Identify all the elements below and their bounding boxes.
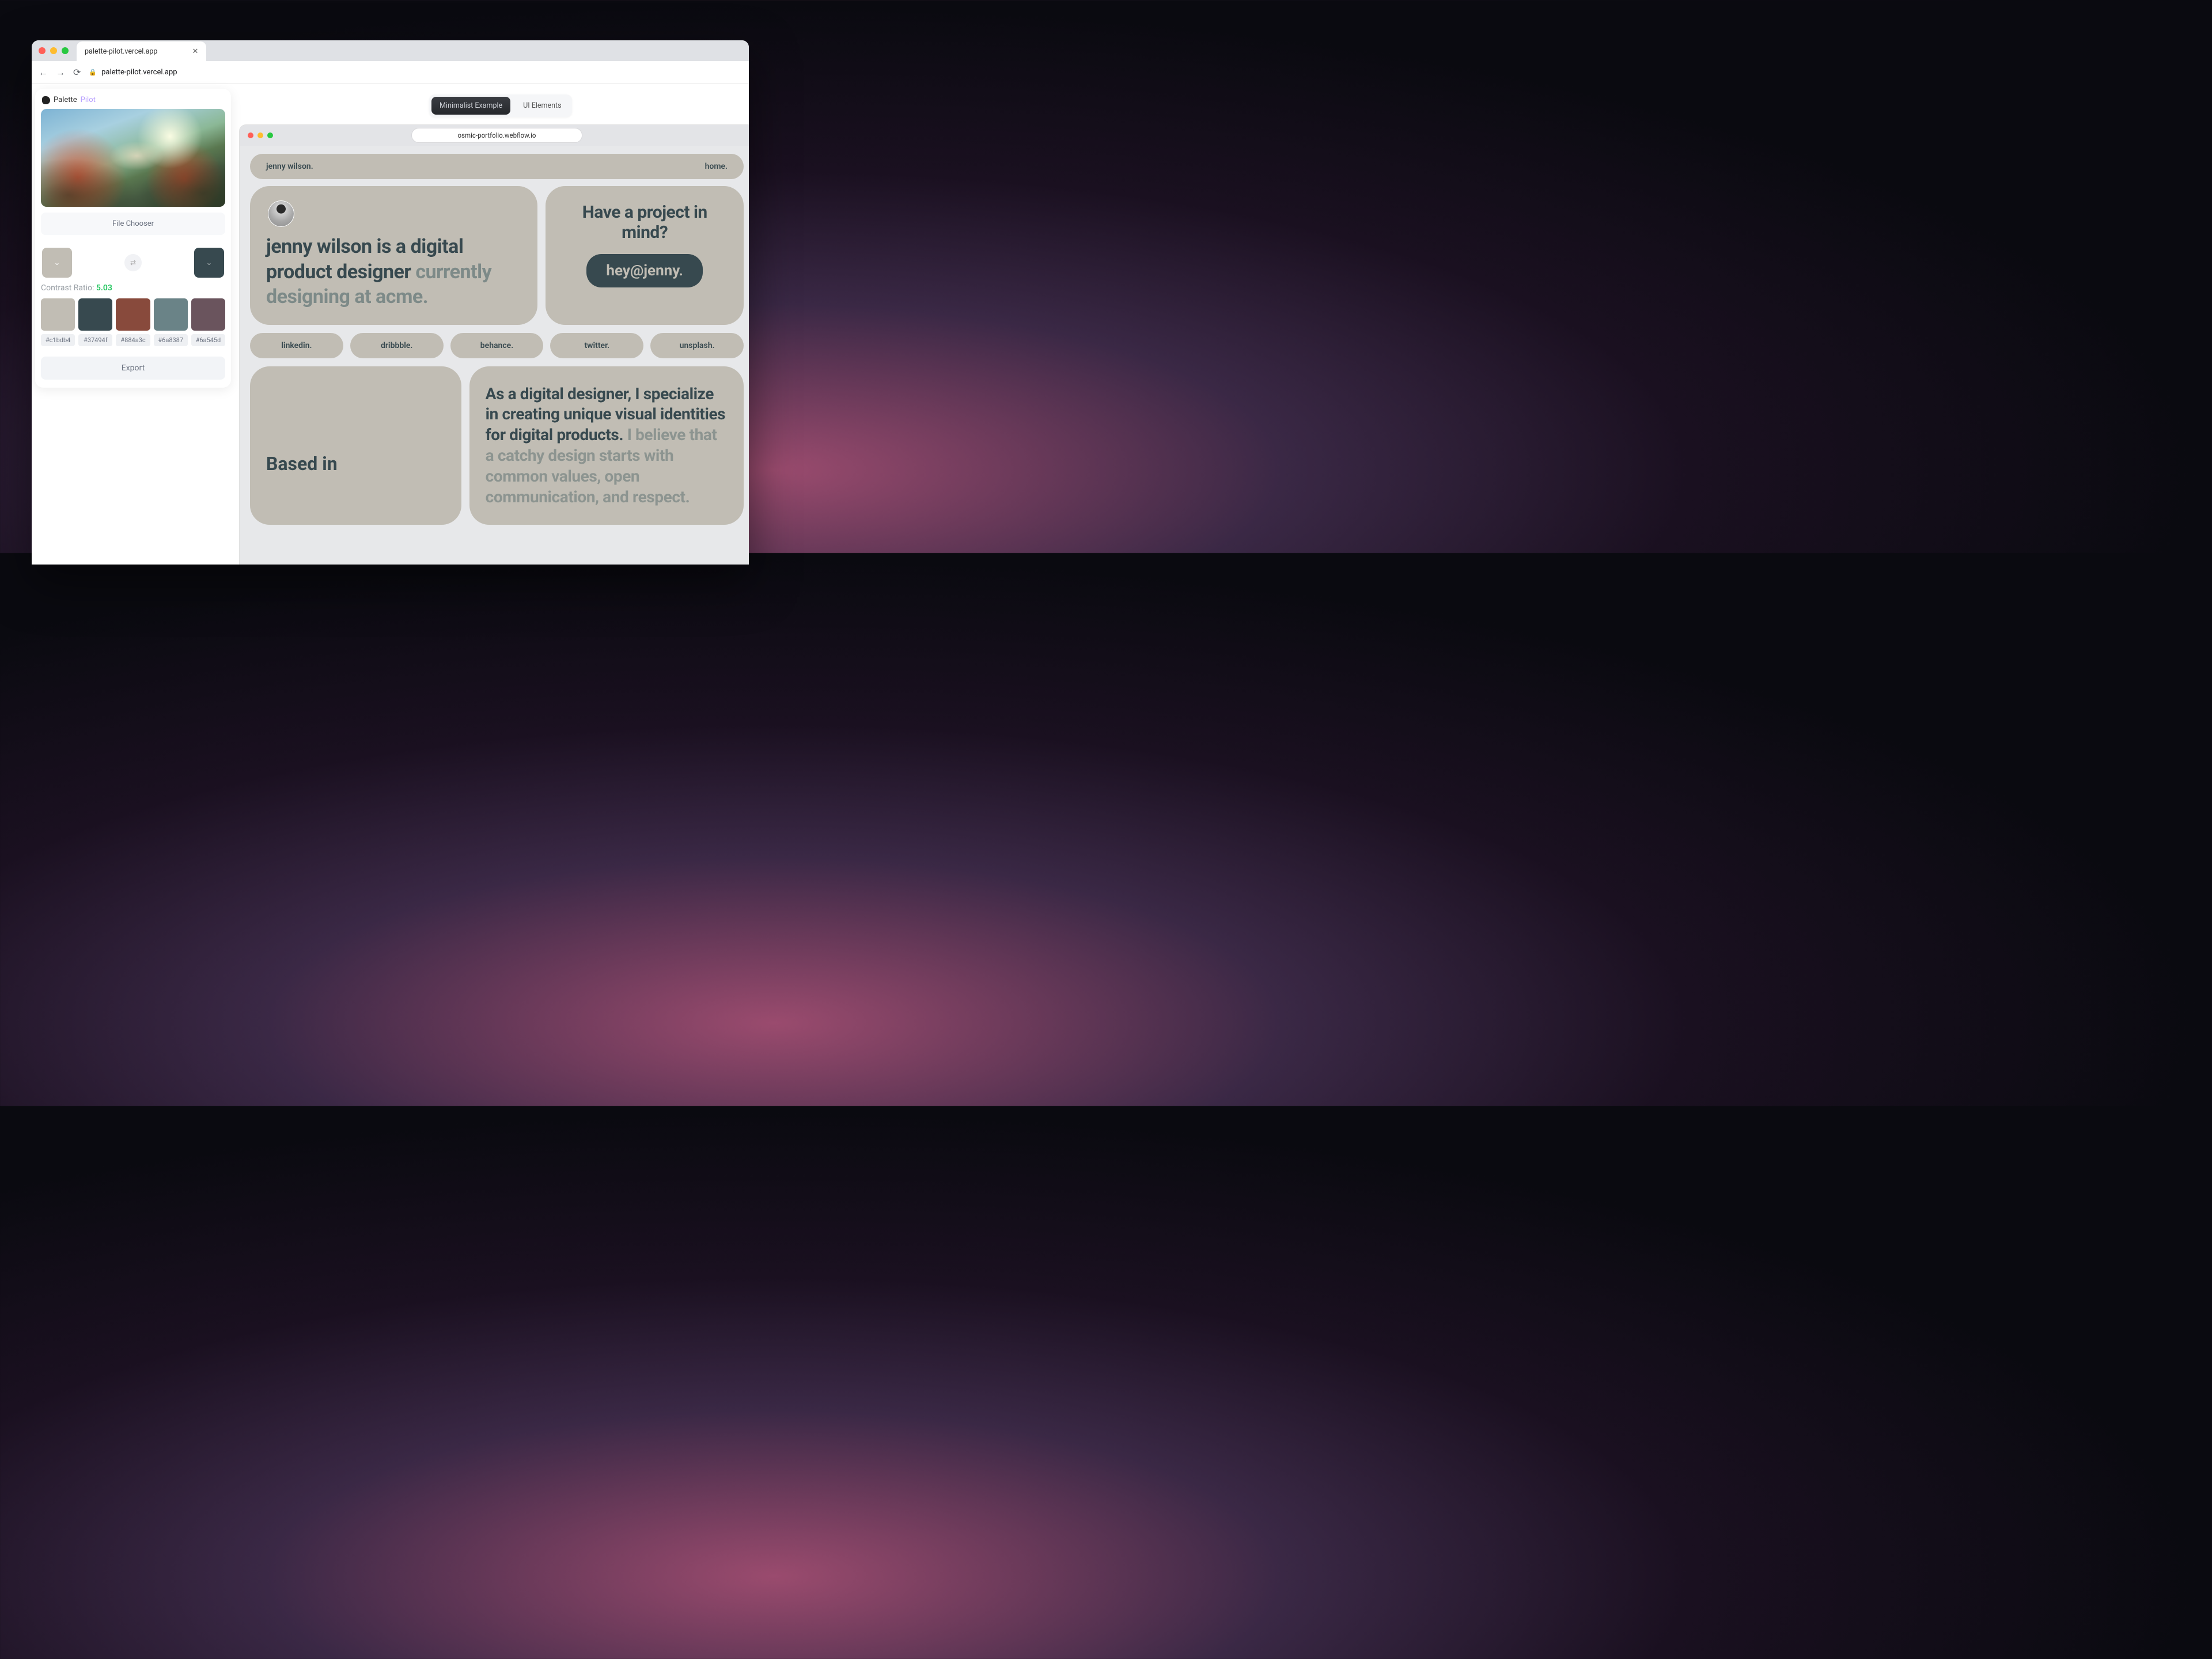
logo-text-b: Pilot: [81, 96, 96, 104]
tab-bar: palette-pilot.vercel.app ✕: [32, 40, 749, 61]
minimize-icon: [257, 132, 263, 138]
tab-ui-elements[interactable]: UI Elements: [515, 97, 569, 115]
tab-title: palette-pilot.vercel.app: [85, 47, 157, 56]
email-button[interactable]: hey@jenny.: [586, 254, 703, 287]
swatch-hex: #6a545d: [191, 334, 225, 346]
bottom-row: Based in As a digital designer, I specia…: [250, 366, 744, 525]
social-link-behance[interactable]: behance.: [450, 333, 544, 358]
swatch[interactable]: #c1bdb4: [41, 298, 75, 346]
preview-window: osmic-portfolio.webflow.io jenny wilson.…: [239, 124, 749, 565]
source-image: [41, 109, 225, 207]
contrast-swatch-bg[interactable]: ⌄: [194, 248, 224, 278]
palette-panel: Palette Pilot File Chooser ⌄ ⇄ ⌄ Contras…: [35, 89, 231, 388]
social-link-unsplash[interactable]: unsplash.: [650, 333, 744, 358]
chevron-down-icon: ⌄: [206, 259, 213, 267]
tab-minimalist[interactable]: Minimalist Example: [431, 97, 510, 115]
minimize-window-icon[interactable]: [50, 47, 57, 54]
file-chooser-button[interactable]: File Chooser: [41, 213, 225, 235]
swatch[interactable]: #37494f: [78, 298, 112, 346]
reload-icon[interactable]: ⟳: [73, 67, 81, 78]
forward-icon[interactable]: →: [56, 67, 65, 78]
hero-row: jenny wilson is a digital product design…: [250, 186, 744, 325]
social-link-dribbble[interactable]: dribbble.: [350, 333, 444, 358]
based-card: Based in: [250, 366, 461, 525]
close-window-icon[interactable]: [39, 47, 46, 54]
swatch-color: [116, 298, 150, 331]
swatch[interactable]: #6a8387: [154, 298, 188, 346]
swatch-hex: #37494f: [78, 334, 112, 346]
about-card: As a digital designer, I specialize in c…: [469, 366, 744, 525]
close-icon: [248, 132, 253, 138]
chevron-down-icon: ⌄: [54, 259, 60, 267]
swatch[interactable]: #6a545d: [191, 298, 225, 346]
app-area: Palette Pilot File Chooser ⌄ ⇄ ⌄ Contras…: [32, 84, 749, 565]
browser-tab[interactable]: palette-pilot.vercel.app ✕: [77, 41, 206, 61]
site-nav: jenny wilson. home.: [250, 154, 744, 179]
swatch-hex: #884a3c: [116, 334, 150, 346]
social-link-twitter[interactable]: twitter.: [550, 333, 643, 358]
url-field[interactable]: 🔒 palette-pilot.vercel.app: [89, 68, 177, 77]
close-tab-icon[interactable]: ✕: [192, 47, 198, 56]
swatch-hex: #6a8387: [154, 334, 188, 346]
url-bar: ← → ⟳ 🔒 palette-pilot.vercel.app: [32, 61, 749, 84]
swap-colors-button[interactable]: ⇄: [124, 254, 142, 271]
cta-card: Have a project in mind? hey@jenny.: [546, 186, 744, 325]
browser-window: palette-pilot.vercel.app ✕ ← → ⟳ 🔒 palet…: [32, 40, 749, 565]
social-link-linkedin[interactable]: linkedin.: [250, 333, 343, 358]
hero-card: jenny wilson is a digital product design…: [250, 186, 537, 325]
about-text: As a digital designer, I specialize in c…: [486, 384, 728, 507]
swatch-color: [191, 298, 225, 331]
preview-url: osmic-portfolio.webflow.io: [411, 128, 583, 143]
logo-icon: [42, 96, 50, 104]
maximize-icon: [267, 132, 273, 138]
contrast-ratio: Contrast Ratio: 5.03: [41, 283, 225, 293]
nav-link-home[interactable]: home.: [705, 162, 728, 171]
back-icon[interactable]: ←: [39, 67, 48, 78]
swatch-color: [41, 298, 75, 331]
lock-icon: 🔒: [89, 69, 97, 76]
window-traffic-lights: [39, 47, 69, 54]
export-button[interactable]: Export: [41, 357, 225, 380]
preview-body: jenny wilson. home. jenny wilson is a di…: [240, 146, 749, 525]
swatch-color: [78, 298, 112, 331]
maximize-window-icon[interactable]: [62, 47, 69, 54]
contrast-value: 5.03: [96, 283, 112, 293]
social-row: linkedin. dribbble. behance. twitter. un…: [250, 333, 744, 358]
url-text: palette-pilot.vercel.app: [101, 68, 177, 77]
site-brand[interactable]: jenny wilson.: [266, 162, 313, 171]
contrast-row: ⌄ ⇄ ⌄: [41, 248, 225, 278]
preview-traffic-lights: [248, 132, 273, 138]
contrast-label: Contrast Ratio:: [41, 283, 96, 293]
mode-tabs: Minimalist Example UI Elements: [429, 94, 572, 117]
swatch-color: [154, 298, 188, 331]
logo-text-a: Palette: [54, 96, 77, 104]
hero-heading: jenny wilson is a digital product design…: [266, 234, 521, 310]
app-logo: Palette Pilot: [41, 93, 225, 109]
based-heading: Based in: [266, 453, 445, 475]
contrast-swatch-fg[interactable]: ⌄: [42, 248, 72, 278]
swatch-hex: #c1bdb4: [41, 334, 75, 346]
swatch[interactable]: #884a3c: [116, 298, 150, 346]
palette-swatches: #c1bdb4 #37494f #884a3c #6a8387 #6a545d: [41, 298, 225, 346]
cta-title: Have a project in mind?: [559, 202, 730, 243]
preview-titlebar: osmic-portfolio.webflow.io: [240, 125, 749, 146]
avatar: [266, 199, 296, 229]
